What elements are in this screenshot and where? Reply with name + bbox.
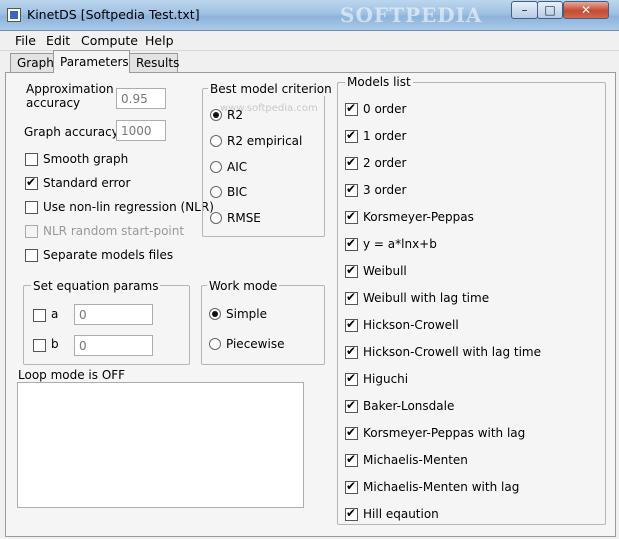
model-checkbox[interactable] [345,128,358,143]
model-label: Weibull with lag time [363,291,490,305]
model-checkbox[interactable] [345,506,358,521]
smooth-graph-checkbox[interactable] [25,153,38,166]
model-checkbox[interactable] [345,425,358,440]
model-label: 0 order [363,102,407,116]
model-label: y = a*lnx+b [363,237,437,251]
criterion-bic-label: BIC [227,185,248,199]
smooth-graph-label: Smooth graph [43,152,129,166]
param-a-input[interactable]: 0 [74,304,153,325]
model-checkbox[interactable] [345,236,358,251]
nlr-label: Use non-lin regression (NLR) [43,200,214,214]
tab-graph[interactable]: Graph [10,53,54,72]
model-label: 2 order [363,156,407,170]
model-checkbox[interactable] [345,317,358,332]
model-checkbox[interactable] [345,263,358,278]
window-title: KinetDS [Softpedia Test.txt] [27,7,200,22]
menu-compute[interactable]: Compute [81,33,138,48]
model-checkbox[interactable] [345,155,358,170]
model-checkbox[interactable] [345,398,358,413]
models-list-title: Models list [345,75,413,89]
model-label: Weibull [363,264,407,278]
graph-accuracy-label: Graph accuracy [24,125,119,139]
loop-mode-textarea[interactable] [17,382,304,508]
work-mode-piecewise-radio[interactable] [209,338,221,350]
param-a-checkbox[interactable] [33,309,46,322]
maximize-button[interactable]: □ [537,1,563,19]
param-b-label: b [51,337,59,351]
equation-params-title: Set equation params [31,279,161,293]
separate-models-files-checkbox[interactable] [25,249,38,262]
menu-file[interactable]: File [15,33,36,48]
approximation-accuracy-input[interactable]: 0.95 [116,88,166,109]
criterion-bic-radio[interactable] [210,186,222,198]
model-label: Hickson-Crowell with lag time [363,345,542,359]
minimize-button[interactable]: – [511,1,538,19]
model-label: Michaelis-Menten [363,453,468,467]
model-label: Michaelis-Menten with lag [363,480,520,494]
model-checkbox[interactable] [345,101,358,116]
tab-results[interactable]: Results [129,53,179,72]
criterion-r2-empirical-label: R2 empirical [227,134,303,148]
model-label: Korsmeyer-Peppas [363,210,474,224]
work-mode-piecewise-label: Piecewise [226,337,285,351]
nlr-checkbox[interactable] [25,201,38,214]
model-checkbox[interactable] [345,290,358,305]
model-checkbox[interactable] [345,479,358,494]
param-a-label: a [51,307,59,321]
criterion-r2-radio[interactable] [210,109,222,121]
separate-models-files-label: Separate models files [43,248,174,262]
model-label: Higuchi [363,372,409,386]
work-mode-title: Work mode [207,279,280,293]
criterion-aic-radio[interactable] [210,161,222,173]
param-b-checkbox[interactable] [33,339,46,352]
model-label: Korsmeyer-Peppas with lag [363,426,526,440]
nlr-random-start-label: NLR random start-point [43,224,185,238]
work-mode-simple-radio[interactable] [209,308,221,320]
approximation-accuracy-label-2: accuracy [26,96,81,110]
menu-help[interactable]: Help [145,33,174,48]
standard-error-label: Standard error [43,176,131,190]
criterion-rmse-radio[interactable] [210,212,222,224]
model-label: 3 order [363,183,407,197]
nlr-random-start-checkbox [25,225,38,238]
criterion-rmse-label: RMSE [227,211,261,225]
work-mode-group [201,285,325,365]
criterion-r2-empirical-radio[interactable] [210,135,222,147]
model-checkbox[interactable] [345,182,358,197]
model-checkbox[interactable] [345,209,358,224]
approximation-accuracy-label: Approximation [26,82,114,96]
close-button[interactable]: ✕ [563,1,609,19]
menu-edit[interactable]: Edit [46,33,70,48]
model-checkbox[interactable] [345,344,358,359]
model-checkbox[interactable] [345,452,358,467]
app-icon[interactable] [7,8,21,22]
criterion-aic-label: AIC [227,160,248,174]
model-label: Hill eqaution [363,507,439,521]
model-label: Hickson-Crowell [363,318,459,332]
softpedia-watermark: SOFTPEDIA [340,3,483,27]
best-model-criterion-title: Best model criterion [208,82,334,96]
model-checkbox[interactable] [345,371,358,386]
work-mode-simple-label: Simple [226,307,267,321]
graph-accuracy-input[interactable]: 1000 [116,120,166,141]
model-label: 1 order [363,129,407,143]
model-label: Baker-Lonsdale [363,399,455,413]
tab-parameters[interactable]: Parameters [53,50,130,73]
criterion-r2-label: R2 [227,108,243,122]
param-b-input[interactable]: 0 [74,335,153,356]
standard-error-checkbox[interactable] [25,175,38,190]
loop-mode-label: Loop mode is OFF [18,368,126,382]
